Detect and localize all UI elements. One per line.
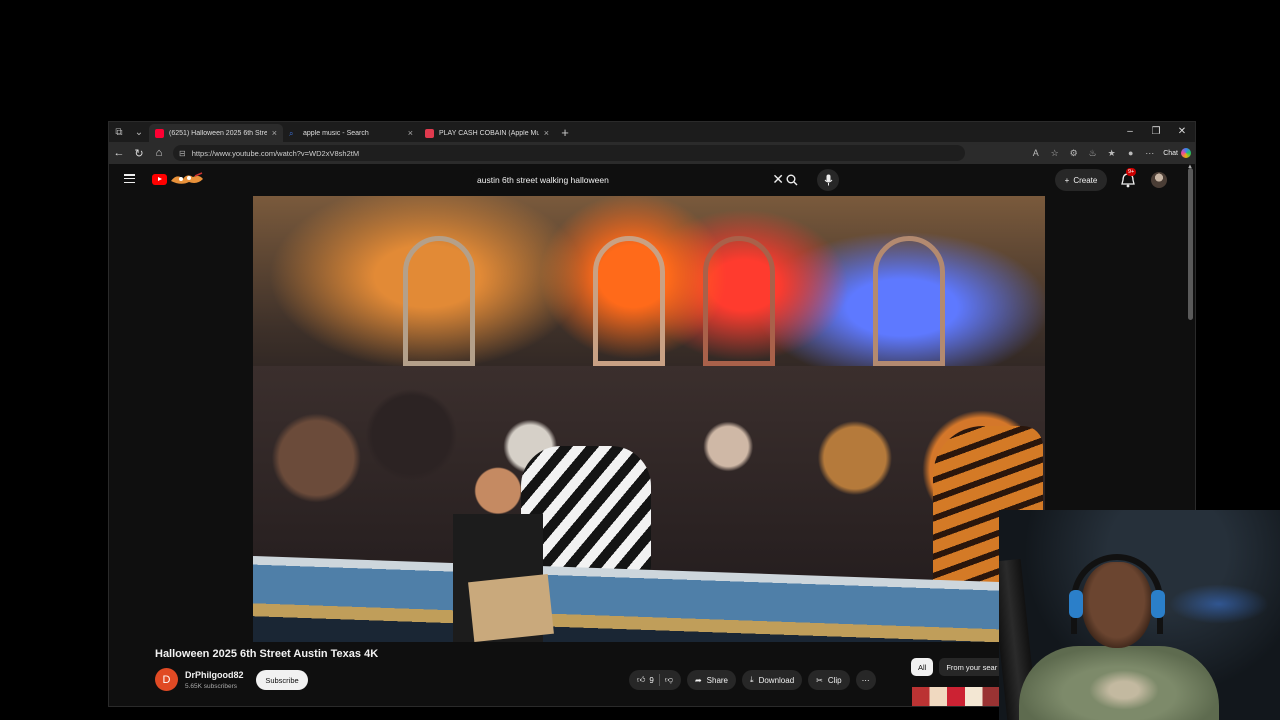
video-title: Halloween 2025 6th Street Austin Texas 4… xyxy=(155,648,379,660)
refresh-icon[interactable]: ↻ xyxy=(129,147,149,160)
favorites-icon[interactable]: ★ xyxy=(1104,148,1119,159)
voice-search-button[interactable] xyxy=(817,169,839,191)
channel-avatar[interactable]: D xyxy=(155,668,178,691)
window-controls: – ❐ ✕ xyxy=(1117,122,1195,142)
more-menu-icon[interactable]: ⋯ xyxy=(1142,148,1157,159)
restore-icon[interactable]: ❐ xyxy=(1143,122,1169,142)
profile-icon[interactable]: ● xyxy=(1123,148,1138,158)
favorite-star-icon[interactable]: ☆ xyxy=(1047,148,1062,159)
close-tab-icon[interactable]: × xyxy=(408,128,413,138)
create-label: Create xyxy=(1073,175,1098,185)
clip-button[interactable]: ✂ Clip xyxy=(808,670,850,690)
webcam-detail xyxy=(1089,670,1159,710)
recommendation-chips: All From your sear xyxy=(911,658,1005,676)
microphone-icon xyxy=(824,174,832,186)
like-dislike-group: 👍︎ 9 👎︎ xyxy=(629,670,681,690)
search-icon xyxy=(786,174,798,186)
home-icon[interactable]: ⌂ xyxy=(149,147,169,159)
tab-title: apple music - Search xyxy=(303,129,369,137)
share-label: Share xyxy=(706,675,729,685)
youtube-logo-icon[interactable] xyxy=(152,174,167,185)
share-button[interactable]: ➦ Share xyxy=(686,670,737,690)
video-frame-detail xyxy=(403,236,475,366)
tab-title: PLAY CASH COBAIN (Apple Music xyxy=(439,129,539,137)
video-frame-detail xyxy=(468,573,554,642)
halloween-doodle-icon[interactable] xyxy=(169,171,205,187)
tab-strip: ⧉ ⌄ (6251) Halloween 2025 6th Street × ⌕… xyxy=(109,122,1195,142)
video-actions: 👍︎ 9 👎︎ ➦ Share ⤓ Download ✂ Clip ⋯ xyxy=(629,670,876,690)
search-button[interactable] xyxy=(780,169,804,191)
menu-icon[interactable] xyxy=(124,174,135,183)
search-input[interactable]: austin 6th street walking halloween ✕ xyxy=(471,169,784,191)
search-query-text: austin 6th street walking halloween xyxy=(477,175,609,185)
video-player[interactable] xyxy=(253,196,1045,642)
tab-youtube[interactable]: (6251) Halloween 2025 6th Street × xyxy=(149,124,283,142)
webcam-detail xyxy=(1069,590,1083,618)
tab-apple-music[interactable]: PLAY CASH COBAIN (Apple Music × xyxy=(419,124,555,142)
video-frame-detail xyxy=(873,236,945,366)
subscriber-count: 5.65K subscribers xyxy=(185,683,238,690)
close-tab-icon[interactable]: × xyxy=(544,128,549,138)
clip-label: Clip xyxy=(827,675,842,685)
share-arrow-icon: ➦ xyxy=(694,675,702,685)
read-aloud-icon[interactable]: A xyxy=(1028,148,1043,158)
more-horizontal-icon: ⋯ xyxy=(861,675,870,685)
dislike-button[interactable]: 👎︎ xyxy=(665,675,673,685)
address-bar[interactable]: ⊟ https://www.youtube.com/watch?v=WD2xV8… xyxy=(173,145,965,161)
channel-name[interactable]: DrPhilgood82 xyxy=(185,670,244,680)
copilot-icon xyxy=(1181,148,1191,158)
site-info-icon[interactable]: ⊟ xyxy=(179,149,186,158)
download-label: Download xyxy=(758,675,795,685)
streamer-webcam-overlay xyxy=(999,510,1280,720)
more-actions-button[interactable]: ⋯ xyxy=(855,670,876,690)
notification-badge: 9+ xyxy=(1126,168,1137,176)
navigation-bar: ← ↻ ⌂ ⊟ https://www.youtube.com/watch?v=… xyxy=(109,142,1195,164)
create-button[interactable]: + Create xyxy=(1055,169,1107,191)
tab-title: (6251) Halloween 2025 6th Street xyxy=(169,129,267,137)
workspaces-icon[interactable]: ⧉ xyxy=(109,122,129,142)
divider xyxy=(658,674,660,686)
tab-list-chevron-icon[interactable]: ⌄ xyxy=(129,122,149,142)
minimize-icon[interactable]: – xyxy=(1117,122,1143,142)
like-count: 9 xyxy=(649,675,654,685)
webcam-detail xyxy=(1169,584,1269,624)
thumbs-up-icon: 👍︎ xyxy=(637,675,646,684)
copilot-chat-button[interactable]: Chat xyxy=(1163,148,1195,158)
back-arrow-icon[interactable]: ← xyxy=(109,147,129,159)
chip-from-your-search[interactable]: From your sear xyxy=(939,658,1005,676)
recommended-video-thumbnail[interactable] xyxy=(912,687,1000,706)
new-tab-icon[interactable]: + xyxy=(555,125,575,140)
apple-music-favicon-icon xyxy=(425,128,434,138)
performance-icon[interactable]: ♨ xyxy=(1085,148,1100,159)
close-tab-icon[interactable]: × xyxy=(272,128,277,138)
search-favicon-icon: ⌕ xyxy=(289,128,294,138)
close-window-icon[interactable]: ✕ xyxy=(1169,122,1195,142)
scissors-icon: ✂ xyxy=(816,675,823,685)
video-frame-detail xyxy=(593,236,665,366)
page-scrollbar[interactable] xyxy=(1188,168,1193,320)
plus-icon: + xyxy=(1064,175,1070,185)
tab-search[interactable]: ⌕ apple music - Search × xyxy=(283,124,419,142)
headset-icon xyxy=(1071,554,1163,634)
url-text: https://www.youtube.com/watch?v=WD2xV8sh… xyxy=(191,148,360,158)
extensions-icon[interactable]: ⚙ xyxy=(1066,148,1081,159)
account-avatar[interactable] xyxy=(1151,172,1167,188)
webcam-detail xyxy=(1151,590,1165,618)
youtube-header: austin 6th street walking halloween ✕ + … xyxy=(109,164,1195,196)
chip-all[interactable]: All xyxy=(911,658,934,676)
like-button[interactable]: 👍︎ 9 xyxy=(637,675,654,685)
subscribe-button[interactable]: Subscribe xyxy=(256,670,308,690)
chat-label: Chat xyxy=(1163,149,1178,157)
download-button[interactable]: ⤓ Download xyxy=(742,670,803,690)
youtube-favicon-icon xyxy=(155,128,164,138)
download-arrow-icon: ⤓ xyxy=(750,675,754,684)
thumbs-down-icon: 👎︎ xyxy=(664,675,673,684)
video-frame-detail xyxy=(703,236,775,366)
toolbar-icons: A ☆ ⚙ ♨ ★ ● ⋯ xyxy=(1028,148,1163,159)
